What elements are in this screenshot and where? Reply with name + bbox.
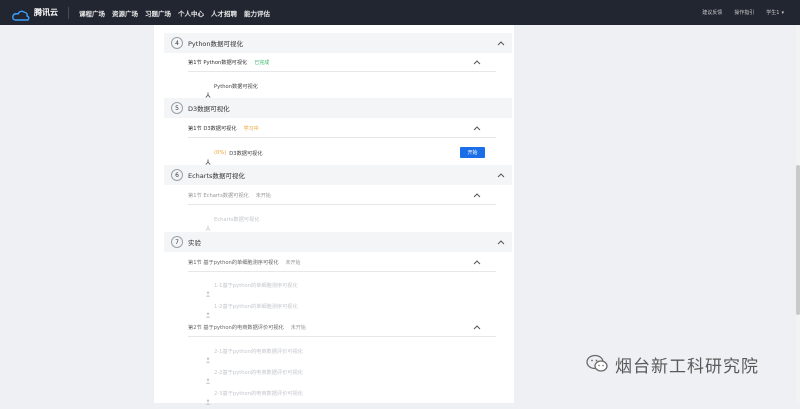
status-badge: 未开始 xyxy=(290,324,306,331)
item-title: D3数据可视化 xyxy=(229,150,263,157)
user-menu[interactable]: 学生1 ▾ xyxy=(766,9,784,17)
section-row[interactable]: 第1节 D3数据可视化 学习中 xyxy=(188,119,496,138)
start-button[interactable]: 开始 xyxy=(460,147,485,158)
item-title: Python数据可视化 xyxy=(214,83,258,90)
chevron-up-icon[interactable] xyxy=(472,123,482,133)
chapter-title: Python数据可视化 xyxy=(188,40,244,48)
list-item: 1-2基于python的单细胞测序可视化 xyxy=(205,298,495,318)
item-title: 1-2基于python的单细胞测序可视化 xyxy=(214,303,298,310)
section-row[interactable]: 第1节 基于python的单细胞测序可视化 未开始 xyxy=(188,253,496,272)
chapter-header[interactable]: 6 Echarts数据可视化 xyxy=(164,165,512,185)
list-item: 2-1基于python的电商数据评价可视化 xyxy=(205,343,495,363)
chapter-header[interactable]: 5 D3数据可视化 xyxy=(164,98,512,118)
status-badge: 学习中 xyxy=(243,125,259,132)
status-badge: 已完成 xyxy=(254,59,270,66)
list-item[interactable]: Python数据可视化 xyxy=(205,78,495,98)
person-icon xyxy=(205,348,211,363)
guide-link[interactable]: 操作指引 xyxy=(734,9,754,16)
topbar-right: 建议反馈 操作指引 学生1 ▾ xyxy=(702,9,784,17)
chapter-title: D3数据可视化 xyxy=(188,105,230,113)
page-scrollbar[interactable] xyxy=(796,25,800,403)
section-label: 第1节 D3数据可视化 xyxy=(188,125,237,132)
experiment-icon xyxy=(205,150,211,165)
nav-personal-center[interactable]: 个人中心 xyxy=(178,8,204,18)
scrollbar-thumb[interactable] xyxy=(796,165,800,315)
chevron-up-icon[interactable] xyxy=(472,322,482,332)
status-badge: 未开始 xyxy=(285,259,301,266)
item-title: 1-1基于python的单细胞测序可视化 xyxy=(214,282,298,289)
section-label: 第1节 基于python的单细胞测序可视化 xyxy=(188,259,279,266)
course-content-panel: 4 Python数据可视化 第1节 Python数据可视化 已完成 Python… xyxy=(154,25,514,405)
nav-resource-square[interactable]: 资源广场 xyxy=(112,8,138,18)
section-label: 第1节 Python数据可视化 xyxy=(188,59,248,66)
chevron-up-icon[interactable] xyxy=(496,170,506,180)
chevron-up-icon[interactable] xyxy=(472,57,482,67)
list-item: 1-1基于python的单细胞测序可视化 xyxy=(205,277,495,297)
experiment-icon xyxy=(205,216,211,231)
nav-ability-assessment[interactable]: 能力评估 xyxy=(244,8,270,18)
logo-text: 腾讯云 xyxy=(34,8,58,17)
chapter-number: 4 xyxy=(171,37,183,49)
person-icon xyxy=(205,369,211,384)
watermark-text: 烟台新工科研究院 xyxy=(615,357,759,377)
chevron-down-icon: ▾ xyxy=(781,9,784,16)
chevron-up-icon[interactable] xyxy=(472,190,482,200)
section-label: 第2节 基于python的电商数据评价可视化 xyxy=(188,324,284,331)
experiment-icon xyxy=(205,83,211,98)
wechat-icon xyxy=(585,353,609,377)
person-icon xyxy=(205,390,211,405)
chapter-number: 7 xyxy=(171,236,183,248)
nav-exercise-square[interactable]: 习题广场 xyxy=(145,8,171,18)
chapter-header[interactable]: 7 实验 xyxy=(164,232,512,252)
list-item: 2-2基于python的电商数据评价可视化 xyxy=(205,364,495,384)
nav-talent-recruitment[interactable]: 人才招聘 xyxy=(211,8,237,18)
progress-percent: (0%) xyxy=(214,150,227,156)
chevron-up-icon[interactable] xyxy=(496,237,506,247)
section-row[interactable]: 第2节 基于python的电商数据评价可视化 未开始 xyxy=(188,318,496,337)
chapter-title: Echarts数据可视化 xyxy=(188,172,245,180)
watermark: 烟台新工科研究院 xyxy=(585,352,759,377)
chapter-number: 6 xyxy=(171,169,183,181)
list-item: Echarts数据可视化 xyxy=(205,211,495,231)
item-title: Echarts数据可视化 xyxy=(214,216,260,223)
chevron-up-icon[interactable] xyxy=(472,257,482,267)
section-row[interactable]: 第1节 Python数据可视化 已完成 xyxy=(188,53,496,72)
person-icon xyxy=(205,282,211,297)
item-title: 2-3基于python的电商数据评价可视化 xyxy=(214,390,303,397)
chapter-header[interactable]: 4 Python数据可视化 xyxy=(164,33,512,53)
chapter-title: 实验 xyxy=(188,239,201,247)
section-row[interactable]: 第1节 Echarts数据可视化 未开始 xyxy=(188,186,496,205)
cloud-logo-icon xyxy=(12,7,30,21)
main-nav: 课程广场 资源广场 习题广场 个人中心 人才招聘 能力评估 xyxy=(79,8,270,18)
nav-course-square[interactable]: 课程广场 xyxy=(79,8,105,18)
section-label: 第1节 Echarts数据可视化 xyxy=(188,192,249,199)
list-item: 2-3基于python的电商数据评价可视化 xyxy=(205,385,495,405)
user-name: 学生1 xyxy=(766,10,780,16)
divider xyxy=(68,6,69,19)
top-navigation-bar: 腾讯云 课程广场 资源广场 习题广场 个人中心 人才招聘 能力评估 建议反馈 操… xyxy=(0,0,800,25)
item-title: 2-1基于python的电商数据评价可视化 xyxy=(214,348,303,355)
status-badge: 未开始 xyxy=(255,192,271,199)
feedback-link[interactable]: 建议反馈 xyxy=(702,9,722,16)
person-icon xyxy=(205,303,211,318)
logo[interactable]: 腾讯云 xyxy=(12,7,58,21)
chapter-number: 5 xyxy=(171,102,183,114)
list-item[interactable]: (0%) D3数据可视化 xyxy=(205,145,495,165)
item-title: 2-2基于python的电商数据评价可视化 xyxy=(214,369,303,376)
chevron-up-icon[interactable] xyxy=(496,38,506,48)
